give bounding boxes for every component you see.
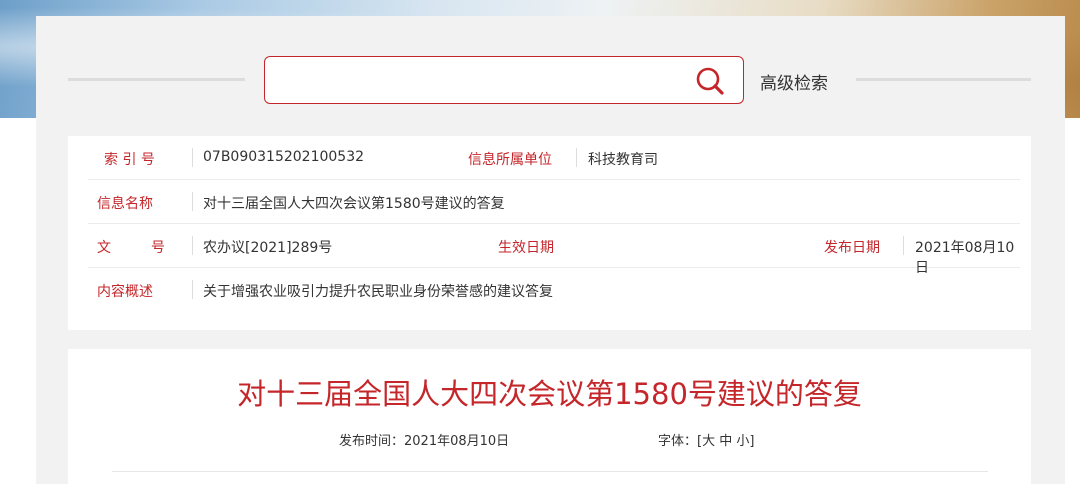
article-title: 对十三届全国人大四次会议第1580号建议的答复 bbox=[237, 377, 862, 411]
font-size-selector: 字体：[大 中 小] bbox=[658, 430, 754, 449]
font-size-close: ] bbox=[749, 434, 755, 449]
index-value: 07B090315202100532 bbox=[203, 149, 365, 165]
meta-row-index: 索 引 号 07B090315202100532 信息所属单位 科技教育司 bbox=[88, 136, 1020, 180]
search-divider-left bbox=[68, 78, 245, 81]
search-divider-right bbox=[856, 78, 1031, 81]
docno-value: 农办议[2021]289号 bbox=[203, 240, 333, 256]
separator bbox=[192, 192, 193, 211]
font-size-large[interactable]: 大 bbox=[702, 434, 715, 449]
separator bbox=[576, 148, 577, 167]
font-size-medium[interactable]: 中 bbox=[719, 434, 732, 449]
unit-value: 科技教育司 bbox=[588, 152, 658, 168]
unit-label: 信息所属单位 bbox=[468, 152, 552, 168]
search-bar: 高级检索 bbox=[36, 16, 1065, 136]
separator bbox=[192, 236, 193, 255]
search-icon[interactable] bbox=[695, 66, 725, 96]
effective-date-label: 生效日期 bbox=[498, 240, 554, 256]
separator bbox=[192, 148, 193, 167]
index-label: 索 引 号 bbox=[104, 152, 155, 168]
summary-label: 内容概述 bbox=[97, 284, 153, 300]
article-header: 对十三届全国人大四次会议第1580号建议的答复 发布时间：2021年08月10日… bbox=[68, 349, 1031, 484]
font-size-small[interactable]: 小 bbox=[736, 434, 749, 449]
publish-time: 发布时间：2021年08月10日 bbox=[339, 434, 510, 449]
content-panel: 高级检索 索 引 号 07B090315202100532 信息所属单位 科技教… bbox=[36, 16, 1065, 484]
advanced-search-link[interactable]: 高级检索 bbox=[760, 69, 828, 94]
name-value: 对十三届全国人大四次会议第1580号建议的答复 bbox=[203, 196, 505, 212]
meta-row-docno: 文 号 农办议[2021]289号 生效日期 发布日期 2021年08月10日 bbox=[88, 224, 1020, 276]
font-size-label: 字体：[ bbox=[658, 434, 703, 449]
separator bbox=[903, 236, 904, 255]
separator bbox=[192, 280, 193, 299]
info-metadata-table: 索 引 号 07B090315202100532 信息所属单位 科技教育司 信息… bbox=[68, 136, 1031, 330]
search-input[interactable] bbox=[264, 56, 744, 104]
article-divider bbox=[112, 471, 988, 472]
summary-value: 关于增强农业吸引力提升农民职业身份荣誉感的建议答复 bbox=[203, 284, 553, 300]
docno-label: 文 号 bbox=[97, 240, 169, 256]
name-label: 信息名称 bbox=[97, 196, 153, 212]
publish-date-label: 发布日期 bbox=[824, 240, 880, 256]
meta-row-summary: 内容概述 关于增强农业吸引力提升农民职业身份荣誉感的建议答复 bbox=[88, 268, 1020, 311]
meta-row-name: 信息名称 对十三届全国人大四次会议第1580号建议的答复 bbox=[88, 180, 1020, 224]
